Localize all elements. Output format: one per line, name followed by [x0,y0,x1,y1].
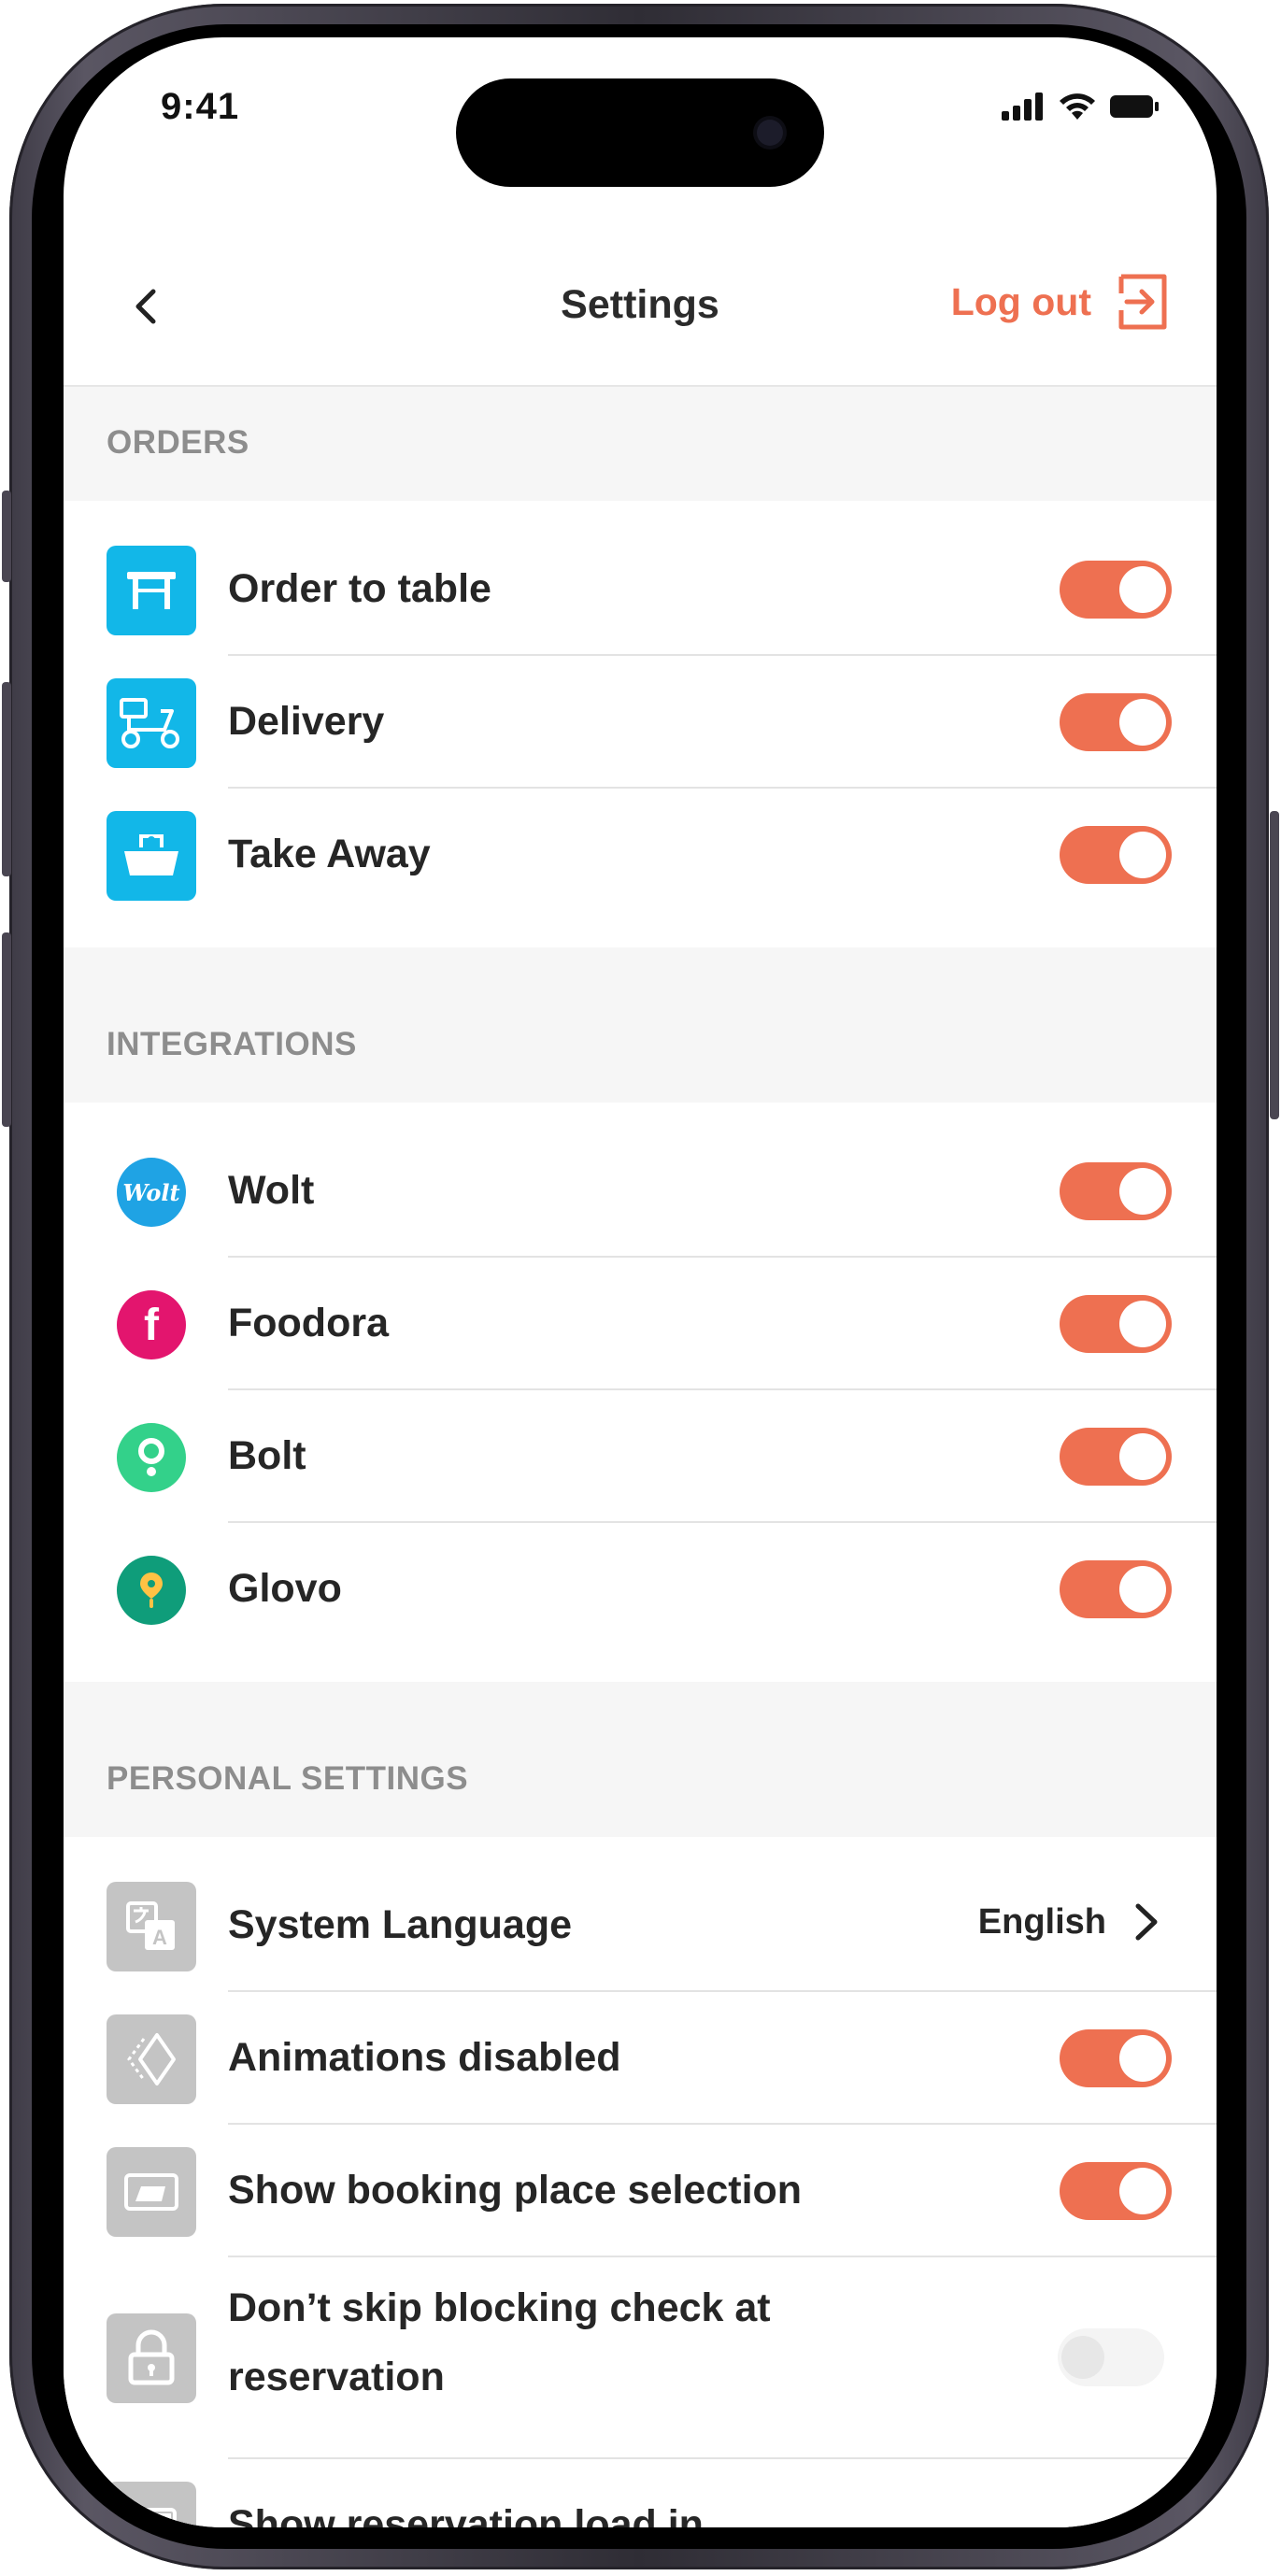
volume-up-button [2,682,11,876]
section-header-integrations: INTEGRATIONS [64,947,1217,1103]
bolt-logo-icon [107,1413,196,1502]
settings-row-animations[interactable]: Animations disabled [64,1992,1217,2125]
screen: 9:41 Settings Log out ORDERS Order to ta… [64,37,1217,2527]
chevron-right-icon [1135,1903,1158,1941]
row-label: Show reservation load in [228,2502,704,2527]
order-to-table-toggle[interactable] [1060,561,1172,619]
wolt-logo-text: Wolt [122,1178,180,1206]
signal-icon [1002,93,1043,121]
toggle-knob [1119,1566,1166,1613]
takeaway-bag-icon [107,811,196,901]
foodora-logo-text: f [144,1300,159,1350]
section-header-personal-settings: PERSONAL SETTINGS [64,1682,1217,1837]
bolt-toggle[interactable] [1060,1428,1172,1486]
foodora-logo-icon: f [107,1280,196,1370]
delivery-toggle[interactable] [1060,693,1172,751]
toggle-knob [1119,1168,1166,1215]
dynamic-island [456,78,824,187]
logout-label: Log out [950,279,1091,323]
toggle-knob [1119,1433,1166,1480]
row-label: Bolt [228,1433,306,1478]
settings-row-foodora[interactable]: f Foodora [64,1258,1217,1390]
lock-icon [107,2313,196,2403]
settings-row-wolt[interactable]: Wolt Wolt [64,1103,1217,1258]
settings-row-order-to-table[interactable]: Order to table [64,501,1217,656]
scooter-icon [107,678,196,768]
settings-list: ORDERS Order to table Delivery Take Away [64,387,1217,2527]
booking-place-icon [107,2147,196,2237]
row-label: Foodora [228,1301,389,1345]
wolt-toggle[interactable] [1060,1162,1172,1220]
settings-row-booking-place[interactable]: Show booking place selection [64,2125,1217,2257]
language-value: English [977,1902,1106,1942]
glovo-logo-icon [107,1545,196,1635]
row-label: Show booking place selection [228,2168,803,2213]
svg-text:A: A [152,1926,167,1949]
settings-row-delivery[interactable]: Delivery [64,656,1217,789]
logout-icon [1118,274,1167,330]
animation-icon [107,2014,196,2104]
booking-place-toggle[interactable] [1060,2162,1172,2220]
toggle-knob [1061,2336,1104,2379]
settings-row-take-away[interactable]: Take Away [64,789,1217,947]
action-button [2,491,11,582]
settings-row-system-language[interactable]: A System Language English [64,1837,1217,1992]
foodora-logo: f [117,1290,186,1359]
row-label: Glovo [228,1566,342,1611]
status-time: 9:41 [161,86,240,127]
bolt-logo [117,1423,186,1492]
wolt-logo: Wolt [117,1158,186,1227]
wifi-icon [1060,93,1095,120]
toggle-knob [1119,2168,1166,2214]
glovo-toggle[interactable] [1060,1560,1172,1618]
glovo-logo [117,1556,186,1625]
wolt-logo-icon: Wolt [107,1147,196,1237]
toggle-knob [1119,1301,1166,1347]
row-label-line-2: reservation [228,2355,445,2399]
row-label-line-1: Don’t skip blocking check at [228,2285,771,2330]
nav-header: Settings Log out [64,224,1217,387]
blocking-check-toggle[interactable] [1058,2328,1164,2386]
volume-down-button [2,932,11,1127]
camera-icon [757,120,783,146]
row-label: Animations disabled [228,2035,621,2080]
row-label: Order to table [228,566,491,611]
settings-row-bolt[interactable]: Bolt [64,1390,1217,1523]
logout-button[interactable]: Log out [951,273,1170,331]
status-icons [1002,92,1159,121]
section-title: INTEGRATIONS [107,1026,357,1062]
section-title: ORDERS [107,424,249,461]
row-label: Wolt [228,1168,315,1213]
foodora-toggle[interactable] [1060,1295,1172,1353]
power-button [1270,811,1279,1119]
toggle-knob [1119,2035,1166,2082]
row-label: Take Away [228,832,431,876]
toggle-knob [1119,566,1166,613]
toggle-knob [1119,699,1166,746]
settings-row-reservation-load[interactable]: Show reservation load in [64,2459,1217,2527]
take-away-toggle[interactable] [1060,826,1172,884]
row-label: System Language [228,1902,572,1947]
language-icon: A [107,1882,196,1971]
toggle-knob [1119,832,1166,878]
section-header-orders: ORDERS [64,387,1217,501]
reservation-load-icon [107,2482,196,2527]
settings-row-blocking-check[interactable]: Don’t skip blocking check at reservation [64,2257,1217,2459]
row-label: Delivery [228,699,385,744]
section-title: PERSONAL SETTINGS [107,1760,469,1797]
battery-icon [1110,95,1159,118]
table-icon [107,546,196,635]
animations-toggle[interactable] [1060,2029,1172,2087]
settings-row-glovo[interactable]: Glovo [64,1523,1217,1682]
